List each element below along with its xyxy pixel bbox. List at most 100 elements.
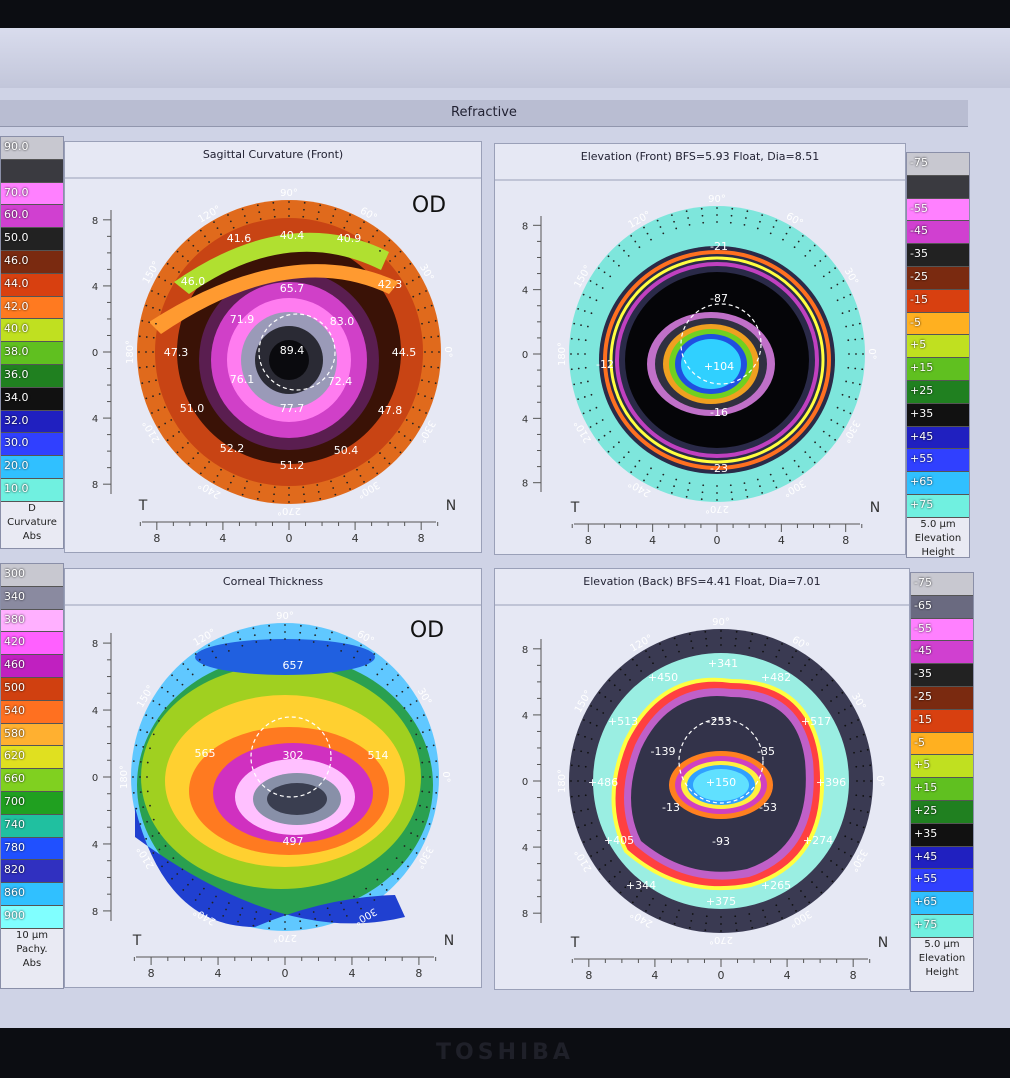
axis-tick-label: 8 [418,532,425,545]
scale-label: +25 [914,803,938,817]
scale-step: 30.0 [1,433,63,457]
scale-step: +15 [907,358,969,381]
map-value: 302 [283,749,304,762]
scale-step: 90.0 [1,137,63,160]
map-value: +265 [761,879,791,892]
scale-label: 50.0 [4,231,29,245]
axis-tick-label: 4 [522,414,528,425]
map-value: 50.4 [334,444,359,457]
scale-label: +15 [910,361,934,375]
map-value: +341 [708,657,738,670]
scale-label: 780 [4,840,25,854]
scale-step: -5 [907,312,969,336]
scale-step: 60.0 [1,205,63,229]
scale-step: 36.0 [1,364,63,388]
angle-label: 180° [557,769,568,793]
scale-step: +45 [907,426,969,450]
map-value: 72.4 [328,375,353,388]
map-value: -253 [707,715,732,728]
scale-step: 50.0 [1,228,63,251]
angle-label: 270° [705,503,729,514]
scale-step: +25 [907,380,969,404]
map-value: 77.7 [280,402,305,415]
map-value: -16 [710,406,728,419]
scale-step: 740 [1,814,63,838]
map-value: 76.1 [230,373,255,386]
map-value: 42.3 [378,278,403,291]
scale-label: +65 [914,895,938,909]
scale-step: 540 [1,700,63,724]
scale-label: +75 [914,917,938,931]
map-value: 83.0 [330,315,355,328]
scale-label: 820 [4,863,25,877]
angle-label: 90° [712,617,730,628]
axis-tick-label: 4 [651,969,658,982]
scale-step: 10.0 [1,478,63,502]
scale-step: 32.0 [1,410,63,434]
scale-label: +15 [914,781,938,795]
topography-map: 840488 4 0 4 8T N90°60°30°0°330°300°270°240°2… [65,177,481,545]
axis-tick-label: 8 [850,969,857,982]
scale-step: 660 [1,769,63,792]
scale-label: +55 [914,872,938,886]
map-value: +375 [706,895,736,908]
axis-tick-label: 0 [522,350,528,361]
map-value: 565 [195,747,216,760]
scale-label: +45 [910,429,934,443]
scale-label: 460 [4,658,25,672]
angle-label: 0° [874,775,885,786]
nasal-label: N [878,935,888,951]
scale-label: +5 [910,338,927,352]
scale-step: +25 [911,800,973,824]
scale-step: +35 [911,823,973,847]
scale-label: +75 [910,497,934,511]
axis-tick-label: 4 [348,967,355,980]
temporal-label: T [132,933,142,949]
axis-tick-label: 4 [352,532,359,545]
scale-step: 580 [1,723,63,747]
map-value: +517 [801,715,831,728]
axis-tick-label: 8 [92,216,98,227]
map-value: -13 [662,801,680,814]
scale-label: 740 [4,817,25,831]
map-value: +405 [604,834,634,847]
scale-step: 38.0 [1,342,63,365]
scale-label: 60.0 [4,208,29,222]
horizontal-axis: 8 4 0 4 8 [571,958,871,982]
axis-tick-label: 8 [153,532,160,545]
scale-label: +55 [910,452,934,466]
map-value: 65.7 [280,282,305,295]
scale-label: 540 [4,703,25,717]
scale-label: +65 [910,475,934,489]
angle-label: 0° [866,348,877,359]
scale-step: +5 [911,755,973,779]
angle-label: 0° [440,771,451,782]
map-value: +150 [706,776,736,789]
axis-tick-label: 4 [215,967,222,980]
scale-footer-text: Elevation [918,952,966,964]
scale-label: -75 [914,576,932,589]
scale-label: 90.0 [4,140,29,153]
elevation-back-panel: Elevation (Back) BFS=4.41 Float, Dia=7.0… [494,568,910,990]
eye-label: OD [410,618,444,643]
map-value: 41.6 [227,232,252,245]
scale-label: 500 [4,680,25,694]
scale-step: 70.0 [1,182,63,206]
axis-tick-label: 4 [219,532,226,545]
scale-label: 44.0 [4,276,29,290]
map-value: +104 [704,360,734,373]
sagittal-curvature-panel: Sagittal Curvature (Front) 8404884048TN9… [64,141,482,553]
axis-tick-label: 0 [92,348,98,359]
nasal-label: N [446,498,456,514]
scale-label: 32.0 [4,413,29,427]
temporal-label: T [138,498,148,514]
horizontal-axis: 8 4 0 4 8 [133,956,437,980]
scale-step: +45 [911,846,973,870]
scale-label: +45 [914,849,938,863]
map-value: -21 [710,240,728,253]
scale-step: 820 [1,860,63,884]
scale-step: -45 [907,221,969,245]
scale-footer-text: 5.0 µm [920,518,956,530]
scale-label: 660 [4,772,25,786]
elevation-back-color-scale: -75 -65 -55 -45 -35 -25 -15 -5 +5 +15 +25 +35 +45 +55… [910,572,974,992]
